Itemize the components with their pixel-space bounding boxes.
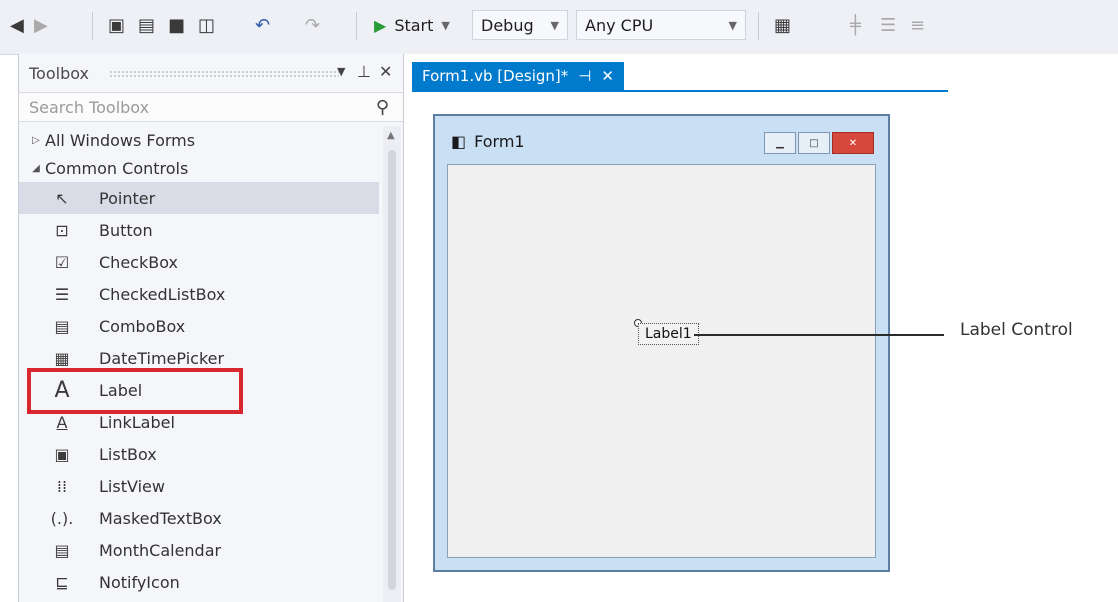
toolbar-separator: [92, 12, 93, 40]
align-center-icon[interactable]: ≡: [910, 10, 925, 40]
chevron-down-icon: ▼: [441, 18, 450, 32]
configuration-value: Debug: [481, 15, 534, 35]
callout-label: Label Control: [960, 320, 1073, 340]
toolbox-item-label: ListView: [99, 476, 165, 496]
expand-arrow-icon: ▷: [32, 134, 40, 146]
undo-icon[interactable]: ↶: [255, 10, 270, 40]
redo-icon[interactable]: ↷: [305, 10, 320, 40]
maskedtextbox-icon: (.).: [50, 508, 74, 528]
toolbox-item-label: MonthCalendar: [99, 540, 222, 560]
back-icon[interactable]: ◀: [10, 10, 24, 40]
toolbox-item-listview[interactable]: ⁞⁞ ListView: [19, 470, 379, 502]
toolbox-list: ▷ All Windows Forms ◢ Common Controls ↖ …: [19, 126, 379, 598]
category-label: All Windows Forms: [45, 130, 196, 150]
toolbox-item-button[interactable]: ⊡ Button: [19, 214, 379, 246]
linklabel-icon: A: [56, 412, 68, 432]
form-client-area[interactable]: Label1: [447, 164, 876, 558]
platform-dropdown[interactable]: Any CPU ▼: [576, 10, 746, 40]
toolbox-scrollbar[interactable]: ▲: [383, 126, 401, 602]
toolbox-title: Toolbox: [29, 63, 89, 83]
chevron-down-icon: ▼: [728, 18, 737, 32]
toolbox-item-checkedlistbox[interactable]: ☰ CheckedListBox: [19, 278, 379, 310]
toolbox-item-notifyicon[interactable]: ⊑ NotifyIcon: [19, 566, 379, 598]
toolbox-item-label: NotifyIcon: [99, 572, 180, 592]
close-icon[interactable]: ✕: [379, 62, 392, 81]
toolbox-item-label: CheckedListBox: [99, 284, 226, 304]
toolbox-item-pointer[interactable]: ↖ Pointer: [19, 182, 379, 214]
toolbox-item-combobox[interactable]: ▤ ComboBox: [19, 310, 379, 342]
panel-grip[interactable]: [109, 70, 339, 78]
toolbox-item-listbox[interactable]: ▣ ListBox: [19, 438, 379, 470]
layout-icon[interactable]: ▦: [774, 10, 791, 40]
toolbar-separator: [758, 12, 759, 40]
form-title: Form1: [474, 132, 525, 151]
main-toolbar: ◀ ▶ ▣ ▤ ■ ◫ ↶ ↷ ▶ Start ▼ Debug ▼ Any CP…: [0, 0, 1118, 55]
toolbar-separator: [356, 12, 357, 40]
category-all-windows-forms[interactable]: ▷ All Windows Forms: [19, 126, 379, 154]
collapse-arrow-icon: ◢: [32, 162, 40, 174]
callout-line: [694, 334, 944, 336]
combobox-icon: ▤: [54, 316, 70, 336]
search-input[interactable]: Search Toolbox: [29, 98, 149, 117]
pointer-icon: ↖: [55, 188, 69, 208]
window-buttons: ▁ □ ✕: [764, 132, 874, 154]
toolbox-item-label: CheckBox: [99, 252, 178, 272]
tab-form1-design[interactable]: Form1.vb [Design]* ⊣ ✕: [412, 62, 624, 90]
category-common-controls[interactable]: ◢ Common Controls: [19, 154, 379, 182]
toolbox-item-checkbox[interactable]: ☑ CheckBox: [19, 246, 379, 278]
form-app-icon: ◧: [451, 132, 467, 151]
align-icon[interactable]: ╪: [850, 10, 861, 40]
close-icon[interactable]: ✕: [601, 67, 614, 85]
save-icon[interactable]: ■: [168, 10, 185, 40]
checkedlistbox-icon: ☰: [54, 284, 70, 304]
toolbox-panel: Toolbox ▼ ⊥ ✕ Search Toolbox ⚲ ▷ All Win…: [18, 54, 404, 602]
open-icon[interactable]: ▤: [138, 10, 155, 40]
scrollbar-thumb[interactable]: [388, 150, 396, 590]
align-left-icon[interactable]: ☰: [880, 10, 896, 40]
start-button[interactable]: ▶ Start ▼: [374, 10, 450, 40]
form-titlebar: ◧ Form1: [451, 132, 525, 151]
toolbox-item-label: LinkLabel: [99, 412, 175, 432]
toolbox-item-label: Button: [99, 220, 153, 240]
listbox-icon: ▣: [54, 444, 70, 464]
tab-label: Form1.vb [Design]*: [422, 67, 569, 85]
platform-value: Any CPU: [585, 15, 654, 35]
label-item-highlight-box: [27, 368, 243, 414]
toolbox-item-label: MaskedTextBox: [99, 508, 222, 528]
chevron-down-icon: ▼: [550, 18, 559, 32]
pin-icon[interactable]: ⊥: [357, 62, 371, 81]
forward-icon[interactable]: ▶: [34, 10, 48, 40]
toolbox-item-monthcalendar[interactable]: ▤ MonthCalendar: [19, 534, 379, 566]
monthcalendar-icon: ▤: [54, 540, 70, 560]
notifyicon-icon: ⊑: [55, 572, 69, 592]
scroll-up-icon[interactable]: ▲: [387, 130, 395, 141]
toolbox-item-label: Pointer: [99, 188, 156, 208]
datetimepicker-icon: ▦: [54, 348, 70, 368]
label-control[interactable]: Label1: [638, 323, 699, 345]
start-icon: ▶: [374, 15, 387, 35]
button-icon: ⊡: [55, 220, 69, 240]
panel-menu-icon[interactable]: ▼: [337, 65, 345, 78]
toolbox-header: Toolbox ▼ ⊥ ✕: [19, 54, 403, 92]
toolbox-search[interactable]: Search Toolbox ⚲: [19, 92, 403, 122]
configuration-dropdown[interactable]: Debug ▼: [472, 10, 568, 40]
toolbox-item-label: DateTimePicker: [99, 348, 225, 368]
form-window[interactable]: ◧ Form1 ▁ □ ✕ Label1: [433, 114, 890, 572]
search-icon[interactable]: ⚲: [376, 97, 389, 118]
close-icon[interactable]: ✕: [832, 132, 874, 154]
category-label: Common Controls: [45, 158, 189, 178]
minimize-icon[interactable]: ▁: [764, 132, 796, 154]
listview-icon: ⁞⁞: [56, 476, 68, 496]
checkbox-icon: ☑: [54, 252, 70, 272]
tab-underline: [412, 90, 948, 92]
new-project-icon[interactable]: ▣: [108, 10, 125, 40]
pin-icon[interactable]: ⊣: [578, 67, 591, 85]
maximize-icon[interactable]: □: [798, 132, 830, 154]
toolbox-item-maskedtextbox[interactable]: (.). MaskedTextBox: [19, 502, 379, 534]
start-label: Start: [394, 15, 434, 35]
toolbox-item-label: ListBox: [99, 444, 157, 464]
save-all-icon[interactable]: ◫: [198, 10, 215, 40]
toolbox-item-label: ComboBox: [99, 316, 186, 336]
